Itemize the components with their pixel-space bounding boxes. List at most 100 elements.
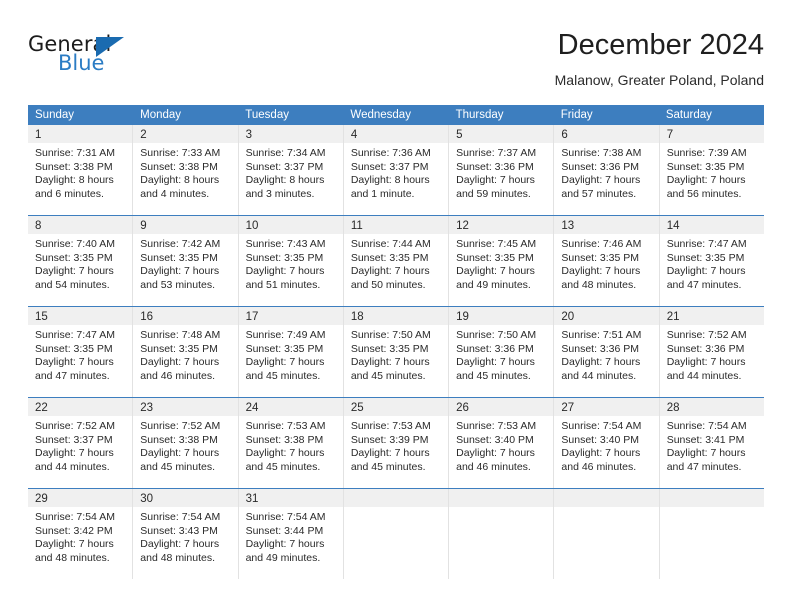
day-cell[interactable]: 12 Sunrise: 7:45 AM Sunset: 3:35 PM Dayl…: [449, 216, 555, 306]
day-cell[interactable]: 11 Sunrise: 7:44 AM Sunset: 3:35 PM Dayl…: [343, 216, 450, 306]
daylight-text-line1: Daylight: 7 hours: [350, 265, 430, 278]
daylight-text-line2: and 46 minutes.: [561, 460, 637, 473]
day-number: 18: [350, 311, 364, 323]
day-number-band: 9: [133, 216, 238, 234]
day-cell[interactable]: 9 Sunrise: 7:42 AM Sunset: 3:35 PM Dayli…: [133, 216, 239, 306]
day-cell[interactable]: 30 Sunrise: 7:54 AM Sunset: 3:43 PM Dayl…: [133, 489, 239, 579]
sunset-text: Sunset: 3:35 PM: [245, 342, 324, 355]
calendar-grid: Sunday Monday Tuesday Wednesday Thursday…: [28, 105, 764, 579]
day-cell[interactable]: 6 Sunrise: 7:38 AM Sunset: 3:36 PM Dayli…: [554, 125, 660, 215]
week-row: 22 Sunrise: 7:52 AM Sunset: 3:37 PM Dayl…: [28, 397, 764, 488]
sunrise-text: Sunrise: 7:40 AM: [35, 238, 115, 250]
day-number: 2: [140, 129, 147, 141]
sunrise-text: Sunrise: 7:53 AM: [350, 420, 431, 432]
day-cell[interactable]: 23 Sunrise: 7:52 AM Sunset: 3:38 PM Dayl…: [133, 398, 239, 488]
day-cell[interactable]: 21 Sunrise: 7:52 AM Sunset: 3:36 PM Dayl…: [659, 307, 764, 397]
page-header: General Blue December 2024 Malanow, Grea…: [28, 28, 764, 100]
week-row: 15 Sunrise: 7:47 AM Sunset: 3:35 PM Dayl…: [28, 306, 764, 397]
sunrise-text: Sunrise: 7:45 AM: [456, 238, 537, 250]
sunset-text: Sunset: 3:35 PM: [350, 251, 429, 264]
day-number-band: 4: [343, 125, 449, 143]
day-number-band: 5: [449, 125, 554, 143]
day-cell[interactable]: 27 Sunrise: 7:54 AM Sunset: 3:40 PM Dayl…: [554, 398, 660, 488]
day-info: Sunrise: 7:44 AM Sunset: 3:35 PM Dayligh…: [344, 234, 448, 292]
day-number: 20: [561, 311, 575, 323]
day-cell[interactable]: 14 Sunrise: 7:47 AM Sunset: 3:35 PM Dayl…: [659, 216, 764, 306]
day-number-band: 7: [659, 125, 764, 143]
daylight-text-line1: Daylight: 7 hours: [456, 265, 535, 278]
day-info: Sunrise: 7:50 AM Sunset: 3:35 PM Dayligh…: [344, 325, 448, 383]
daylight-text-line2: and 47 minutes.: [666, 460, 742, 473]
day-number-band: 1: [28, 125, 133, 143]
daylight-text-line1: Daylight: 7 hours: [245, 447, 325, 460]
day-cell[interactable]: 13 Sunrise: 7:46 AM Sunset: 3:35 PM Dayl…: [554, 216, 660, 306]
day-number: 7: [666, 129, 674, 141]
day-cell[interactable]: 3 Sunrise: 7:34 AM Sunset: 3:37 PM Dayli…: [238, 125, 344, 215]
week-row: 29 Sunrise: 7:54 AM Sunset: 3:42 PM Dayl…: [28, 488, 764, 579]
daylight-text-line2: and 45 minutes.: [245, 369, 321, 382]
day-cell[interactable]: 18 Sunrise: 7:50 AM Sunset: 3:35 PM Dayl…: [343, 307, 450, 397]
general-blue-logo[interactable]: General Blue: [28, 32, 148, 80]
sunrise-text: Sunrise: 7:39 AM: [666, 147, 747, 159]
day-info: Sunrise: 7:42 AM Sunset: 3:35 PM Dayligh…: [133, 234, 237, 292]
weekday-header-row: Sunday Monday Tuesday Wednesday Thursday…: [28, 105, 764, 125]
day-number-band: 13: [554, 216, 659, 234]
sunrise-text: Sunrise: 7:52 AM: [666, 329, 747, 341]
day-cell[interactable]: 19 Sunrise: 7:50 AM Sunset: 3:36 PM Dayl…: [449, 307, 555, 397]
day-number: 9: [140, 220, 147, 232]
sunset-text: Sunset: 3:35 PM: [245, 251, 324, 264]
day-cell[interactable]: 16 Sunrise: 7:48 AM Sunset: 3:35 PM Dayl…: [133, 307, 239, 397]
daylight-text-line1: Daylight: 8 hours: [350, 174, 430, 187]
day-cell[interactable]: 2 Sunrise: 7:33 AM Sunset: 3:38 PM Dayli…: [133, 125, 239, 215]
day-cell[interactable]: 25 Sunrise: 7:53 AM Sunset: 3:39 PM Dayl…: [343, 398, 450, 488]
day-number: 17: [245, 311, 259, 323]
sunset-text: Sunset: 3:35 PM: [666, 160, 745, 173]
day-cell[interactable]: 4 Sunrise: 7:36 AM Sunset: 3:37 PM Dayli…: [343, 125, 450, 215]
day-number-band: 3: [238, 125, 343, 143]
day-cell[interactable]: 17 Sunrise: 7:49 AM Sunset: 3:35 PM Dayl…: [238, 307, 344, 397]
day-info: Sunrise: 7:46 AM Sunset: 3:35 PM Dayligh…: [554, 234, 658, 292]
day-number-band: 27: [554, 398, 659, 416]
week-row: 1 Sunrise: 7:31 AM Sunset: 3:38 PM Dayli…: [28, 125, 764, 215]
sunrise-text: Sunrise: 7:52 AM: [140, 420, 221, 432]
day-info: Sunrise: 7:47 AM Sunset: 3:35 PM Dayligh…: [660, 234, 764, 292]
day-number: 23: [140, 402, 154, 414]
day-number: 22: [35, 402, 48, 414]
day-cell[interactable]: 20 Sunrise: 7:51 AM Sunset: 3:36 PM Dayl…: [554, 307, 660, 397]
day-cell[interactable]: 8 Sunrise: 7:40 AM Sunset: 3:35 PM Dayli…: [28, 216, 134, 306]
daylight-text-line1: Daylight: 7 hours: [245, 538, 325, 551]
daylight-text-line1: Daylight: 7 hours: [561, 356, 641, 369]
day-cell[interactable]: 26 Sunrise: 7:53 AM Sunset: 3:40 PM Dayl…: [449, 398, 555, 488]
sunrise-text: Sunrise: 7:49 AM: [245, 329, 326, 341]
day-number-band: 16: [133, 307, 238, 325]
sunrise-text: Sunrise: 7:33 AM: [140, 147, 221, 159]
day-cell[interactable]: 1 Sunrise: 7:31 AM Sunset: 3:38 PM Dayli…: [28, 125, 134, 215]
day-info: Sunrise: 7:53 AM Sunset: 3:40 PM Dayligh…: [449, 416, 553, 474]
day-number-band: 21: [659, 307, 764, 325]
daylight-text-line1: Daylight: 7 hours: [456, 447, 535, 460]
day-number-band: 22: [28, 398, 133, 416]
day-info: Sunrise: 7:48 AM Sunset: 3:35 PM Dayligh…: [133, 325, 237, 383]
day-info: Sunrise: 7:54 AM Sunset: 3:44 PM Dayligh…: [239, 507, 343, 565]
day-number: 31: [245, 493, 259, 505]
day-cell[interactable]: 29 Sunrise: 7:54 AM Sunset: 3:42 PM Dayl…: [28, 489, 134, 579]
day-cell[interactable]: 31 Sunrise: 7:54 AM Sunset: 3:44 PM Dayl…: [238, 489, 344, 579]
sunrise-text: Sunrise: 7:47 AM: [666, 238, 747, 250]
day-number-band: 2: [133, 125, 238, 143]
daylight-text-line2: and 57 minutes.: [561, 187, 637, 200]
day-number: 11: [350, 220, 363, 232]
daylight-text-line1: Daylight: 7 hours: [350, 447, 430, 460]
day-cell[interactable]: 7 Sunrise: 7:39 AM Sunset: 3:35 PM Dayli…: [659, 125, 764, 215]
day-cell[interactable]: 28 Sunrise: 7:54 AM Sunset: 3:41 PM Dayl…: [659, 398, 764, 488]
weekday-header-thursday: Thursday: [455, 109, 504, 121]
day-number: 6: [561, 129, 568, 141]
day-info: Sunrise: 7:54 AM Sunset: 3:41 PM Dayligh…: [660, 416, 764, 474]
day-cell[interactable]: 24 Sunrise: 7:53 AM Sunset: 3:38 PM Dayl…: [238, 398, 344, 488]
day-cell[interactable]: 5 Sunrise: 7:37 AM Sunset: 3:36 PM Dayli…: [449, 125, 555, 215]
day-cell[interactable]: 10 Sunrise: 7:43 AM Sunset: 3:35 PM Dayl…: [238, 216, 344, 306]
daylight-text-line1: Daylight: 7 hours: [456, 174, 535, 187]
day-cell[interactable]: 15 Sunrise: 7:47 AM Sunset: 3:35 PM Dayl…: [28, 307, 134, 397]
day-cell[interactable]: 22 Sunrise: 7:52 AM Sunset: 3:37 PM Dayl…: [28, 398, 134, 488]
daylight-text-line1: Daylight: 7 hours: [140, 265, 220, 278]
weekday-header-tuesday: Tuesday: [245, 109, 289, 121]
